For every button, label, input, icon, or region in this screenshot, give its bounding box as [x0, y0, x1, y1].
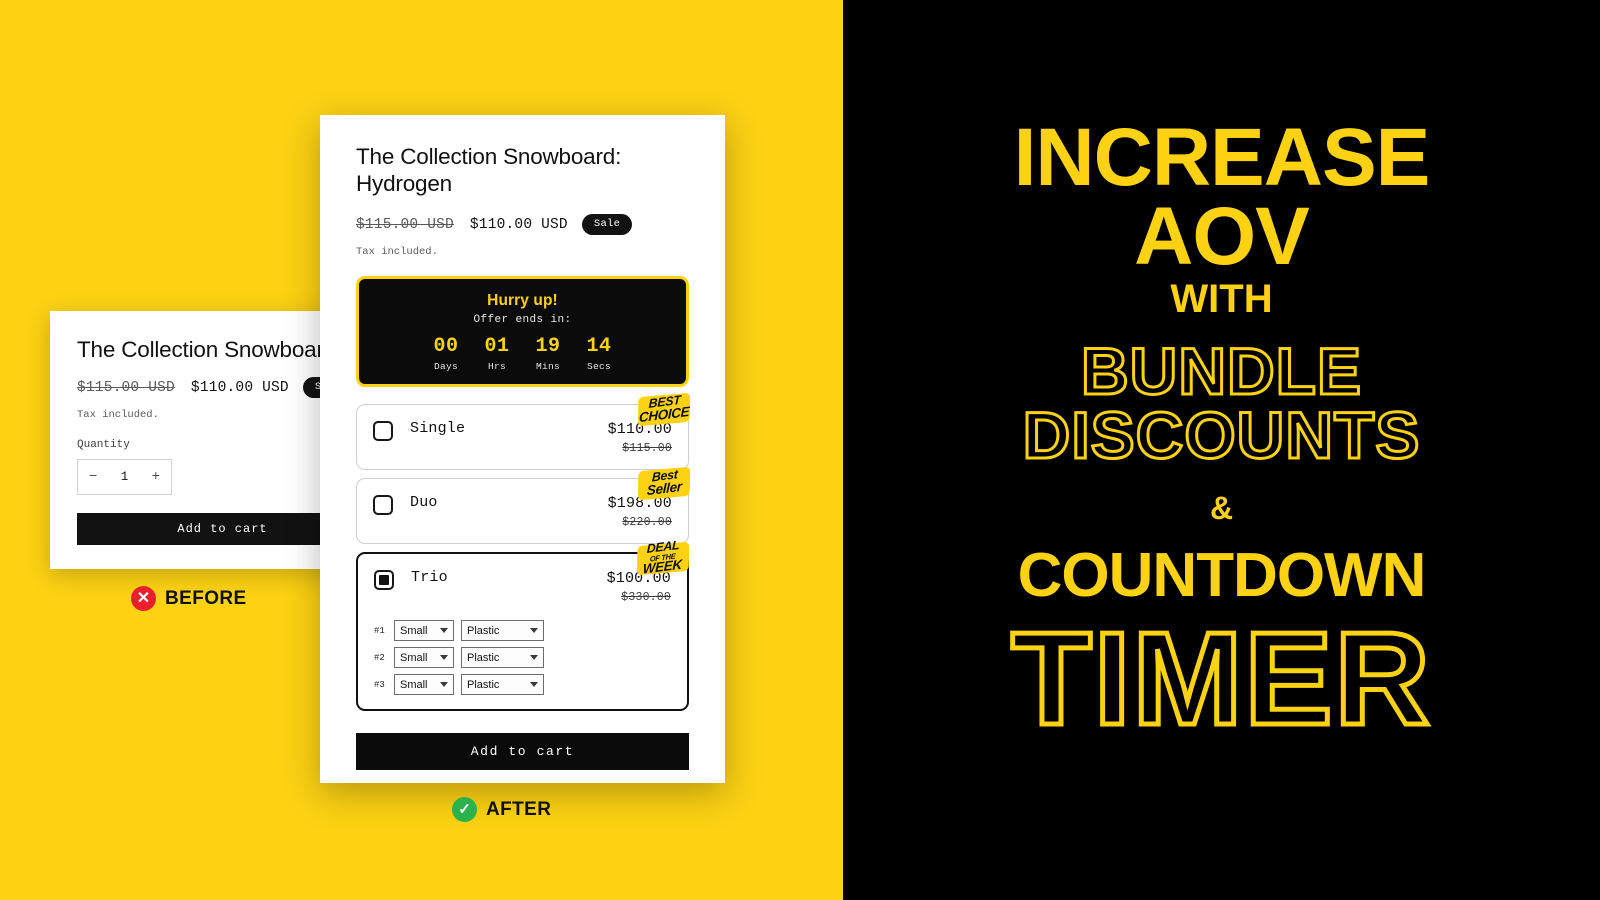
countdown-secs-value: 14 [586, 334, 612, 358]
promo-line-bundle: BUNDLE [1080, 333, 1363, 408]
promo-line-aov: AOV [1134, 191, 1310, 283]
variant-row-1-index: #1 [374, 625, 385, 636]
after-tax-note: Tax included. [356, 246, 438, 258]
bundle-option-trio[interactable]: DEAL OF THE WEEK Trio $100.00 $330.00 #1… [356, 538, 690, 711]
bundle-option-single-price: $110.00 [607, 421, 672, 438]
countdown-hrs-label: Hrs [487, 360, 506, 372]
countdown-unit-hrs: 01 Hrs [479, 335, 515, 372]
before-compare-price: $115.00 USD [77, 379, 175, 396]
countdown-timer-widget: Hurry up! Offer ends in: 00 Days 01 Hrs … [356, 276, 689, 387]
bundle-option-duo-price: $198.00 [607, 495, 672, 512]
bundle-option-trio-compare: $330.00 [621, 591, 671, 604]
bundle-checkbox-duo[interactable] [373, 495, 393, 515]
countdown-mins-value: 19 [535, 334, 561, 358]
countdown-headline: Hurry up! [487, 291, 558, 309]
countdown-unit-mins: 19 Mins [530, 335, 566, 372]
variant-row-3-material-select[interactable]: Plastic [461, 674, 544, 695]
countdown-unit-days: 00 Days [428, 335, 464, 372]
before-current-price: $110.00 USD [190, 379, 289, 396]
after-product-title: The Collection Snowboard: Hydrogen [356, 144, 622, 196]
variant-row-1-size-value: Small [400, 624, 428, 637]
before-product-card: The Collection Snowboard: Hydrogen $115.… [50, 311, 341, 569]
variant-row-2-index: #2 [374, 652, 385, 663]
bundle-options-list: BEST CHOICE Single $110.00 $115.00 Best … [356, 392, 691, 711]
variant-row-1: #1 Small Plastic [374, 620, 671, 641]
bundle-option-single-compare: $115.00 [622, 442, 672, 455]
after-label: ✓ AFTER [452, 797, 551, 822]
variant-row-3-size-value: Small [400, 678, 428, 691]
promo-line-discounts: DISCOUNTS [1021, 397, 1421, 472]
variant-row-2: #2 Small Plastic [374, 647, 671, 668]
promo-line-ampersand: & [1209, 489, 1234, 526]
chevron-down-icon [530, 628, 538, 633]
bundle-option-duo-name: Duo [410, 494, 438, 511]
variant-row-3-material-value: Plastic [467, 678, 500, 691]
poster-stage: The Collection Snowboard: Hydrogen $115.… [0, 0, 1600, 900]
bundle-option-trio-price: $100.00 [606, 570, 671, 587]
chevron-down-icon [440, 655, 448, 660]
promo-line-countdown: COUNTDOWN [1017, 540, 1427, 610]
promo-line-increase: INCREASE [1013, 112, 1431, 203]
bundle-option-duo[interactable]: Best Seller Duo $198.00 $220.00 [356, 466, 691, 544]
quantity-increase-button[interactable]: + [152, 469, 160, 485]
variant-row-2-material-select[interactable]: Plastic [461, 647, 544, 668]
after-label-text: AFTER [486, 798, 552, 820]
trio-variant-rows: #1 Small Plastic #2 Small Plastic #3 Sma… [374, 620, 671, 695]
quantity-decrease-button[interactable]: − [89, 469, 97, 485]
after-product-card: The Collection Snowboard: Hydrogen $115.… [320, 115, 725, 783]
bundle-checkbox-single[interactable] [373, 421, 393, 441]
variant-row-2-size-value: Small [400, 651, 428, 664]
variant-row-1-material-value: Plastic [467, 624, 500, 637]
check-circle-icon: ✓ [452, 797, 477, 822]
bundle-option-single[interactable]: BEST CHOICE Single $110.00 $115.00 [356, 392, 691, 470]
sticker-trio-small: OF THE [650, 551, 676, 564]
variant-row-1-size-select[interactable]: Small [394, 620, 454, 641]
variant-row-2-material-value: Plastic [467, 651, 500, 664]
chevron-down-icon [440, 682, 448, 687]
variant-row-3-index: #3 [374, 679, 385, 690]
bundle-option-trio-name: Trio [411, 569, 448, 586]
after-add-to-cart-button[interactable]: Add to cart [356, 733, 689, 770]
countdown-hrs-value: 01 [484, 334, 510, 358]
bundle-option-single-name: Single [410, 420, 466, 437]
bundle-checkbox-trio[interactable] [374, 570, 394, 590]
after-sale-badge: Sale [581, 214, 633, 235]
promo-line-timer: TIMER [1009, 605, 1433, 753]
variant-row-3-size-select[interactable]: Small [394, 674, 454, 695]
countdown-days-value: 00 [433, 334, 459, 358]
before-label-text: BEFORE [165, 587, 247, 609]
countdown-days-label: Days [433, 360, 458, 372]
chevron-down-icon [530, 682, 538, 687]
variant-row-3: #3 Small Plastic [374, 674, 671, 695]
before-add-to-cart-button[interactable]: Add to cart [77, 513, 341, 545]
before-label: ✕ BEFORE [131, 586, 247, 611]
sticker-duo-line1: Best [651, 467, 678, 485]
bundle-option-duo-compare: $220.00 [622, 516, 672, 529]
chevron-down-icon [440, 628, 448, 633]
promo-line-with: WITH [1170, 277, 1273, 322]
sticker-single-line1: BEST [648, 392, 681, 411]
before-tax-note: Tax included. [77, 409, 159, 421]
before-price-row: $115.00 USD $110.00 USD Sale [77, 377, 341, 398]
countdown-mins-label: Mins [535, 360, 560, 372]
countdown-units: 00 Days 01 Hrs 19 Mins 14 Secs [428, 335, 617, 372]
x-circle-icon: ✕ [131, 586, 156, 611]
countdown-subtitle: Offer ends in: [473, 313, 572, 326]
promo-panel: INCREASE AOV WITH BUNDLE DISCOUNTS & COU… [843, 0, 1600, 900]
countdown-secs-label: Secs [586, 360, 611, 372]
before-quantity-stepper[interactable]: − 1 + [77, 459, 172, 495]
countdown-unit-secs: 14 Secs [581, 335, 617, 372]
chevron-down-icon [530, 655, 538, 660]
variant-row-1-material-select[interactable]: Plastic [461, 620, 544, 641]
quantity-value[interactable]: 1 [121, 470, 129, 484]
variant-row-2-size-select[interactable]: Small [394, 647, 454, 668]
after-compare-price: $115.00 USD [356, 216, 454, 233]
before-product-title: The Collection Snowboard: Hydrogen [77, 337, 341, 362]
after-current-price: $110.00 USD [469, 216, 568, 233]
before-quantity-label: Quantity [77, 439, 130, 451]
after-price-row: $115.00 USD $110.00 USD Sale [356, 214, 689, 235]
